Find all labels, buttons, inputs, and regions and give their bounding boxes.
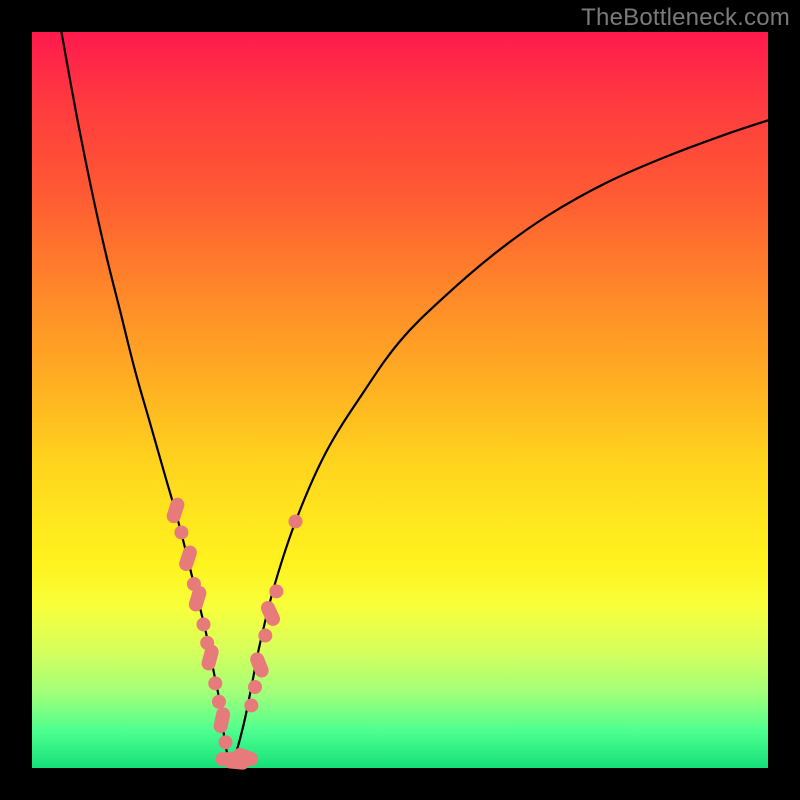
chart-svg	[32, 32, 768, 768]
data-marker-pill	[212, 706, 231, 734]
data-marker-dot	[174, 525, 188, 539]
watermark-text: TheBottleneck.com	[581, 4, 790, 32]
data-marker-dot	[212, 695, 226, 709]
data-marker-pill	[248, 650, 271, 679]
data-marker-dot	[208, 676, 222, 690]
data-marker-dot	[196, 617, 210, 631]
data-marker-dot	[288, 514, 302, 528]
right-branch-curve	[231, 120, 768, 768]
data-marker-dot	[219, 735, 233, 749]
data-marker-dot	[244, 698, 258, 712]
chart-frame: TheBottleneck.com	[0, 0, 800, 800]
data-marker-dot	[269, 584, 283, 598]
data-marker-pill	[165, 496, 186, 525]
data-marker-dot	[248, 680, 262, 694]
data-marker-pill	[177, 544, 198, 573]
data-marker-pill	[259, 599, 283, 628]
marker-group	[165, 496, 303, 770]
plot-area	[32, 32, 768, 768]
data-marker-dot	[258, 629, 272, 643]
